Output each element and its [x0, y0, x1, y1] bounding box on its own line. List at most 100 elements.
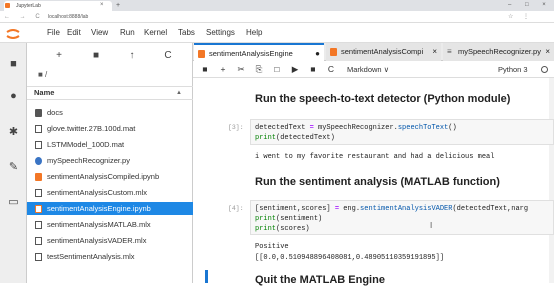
code-token: () — [448, 124, 457, 132]
menubar — [0, 23, 554, 43]
browser-tab[interactable]: JupyterLab — [4, 1, 112, 11]
menu-file[interactable]: File — [47, 23, 60, 43]
wrench-icon[interactable]: ✎ — [0, 160, 27, 173]
cell-prompt: [4]: — [228, 205, 244, 212]
folder-icon — [35, 109, 42, 117]
code-token: (detectedText) — [276, 134, 335, 142]
paste-icon[interactable]: □ — [270, 61, 284, 78]
menu-run[interactable]: Run — [120, 23, 135, 43]
sort-caret-icon[interactable]: ▲ — [176, 86, 182, 100]
file-icon — [35, 237, 42, 245]
menu-view[interactable]: View — [91, 23, 108, 43]
file-row[interactable]: LSTMModel_100D.mat — [27, 138, 193, 151]
code-token: = — [305, 124, 319, 132]
file-row[interactable]: sentimentAnalysisEngine.ipynb — [27, 202, 193, 215]
text-cursor-icon: I — [430, 221, 433, 230]
upload-button[interactable]: ↑ — [124, 50, 140, 62]
scrollbar[interactable] — [549, 78, 554, 283]
markdown-heading: Quit the MATLAB Engine — [255, 274, 385, 286]
tabs-icon[interactable]: ▭ — [0, 195, 27, 208]
close-icon[interactable]: × — [432, 43, 437, 61]
tab-sentiment-compiled[interactable]: sentimentAnalysisCompi × — [326, 43, 441, 61]
cell-type-select[interactable]: Markdown ∨ — [347, 61, 389, 78]
file-row[interactable]: sentimentAnalysisMATLAB.mlx — [27, 218, 193, 231]
restart-icon[interactable]: C — [324, 61, 338, 78]
stop-icon[interactable]: ■ — [306, 61, 320, 78]
file-name: LSTMModel_100D.mat — [47, 140, 125, 149]
menu-help[interactable]: Help — [246, 23, 262, 43]
code-token: = — [330, 205, 344, 213]
unsaved-dot-icon[interactable]: ● — [315, 45, 320, 61]
file-name: sentimentAnalysisVADER.mlx — [47, 236, 147, 245]
active-cell-indicator — [205, 270, 208, 283]
markdown-heading: Run the sentiment analysis (MATLAB funct… — [255, 176, 500, 188]
code-token: print — [255, 134, 277, 142]
code-token: eng. — [343, 205, 361, 213]
code-cell[interactable]: detectedText = mySpeechRecognizer.speech… — [250, 119, 554, 145]
tab-label: sentimentAnalysisEngine — [209, 49, 293, 58]
file-name: sentimentAnalysisEngine.ipynb — [47, 204, 151, 213]
file-name: sentimentAnalysisCompiled.ipynb — [47, 172, 160, 181]
file-row[interactable]: docs — [27, 106, 193, 119]
breadcrumb[interactable]: ■ / — [38, 69, 47, 81]
running-icon[interactable]: ● — [0, 90, 27, 102]
file-row[interactable]: sentimentAnalysisCompiled.ipynb — [27, 170, 193, 183]
menu-settings[interactable]: Settings — [206, 23, 235, 43]
jupyter-favicon-icon — [5, 3, 10, 8]
menu-edit[interactable]: Edit — [67, 23, 81, 43]
menu-tabs[interactable]: Tabs — [178, 23, 195, 43]
kernel-name[interactable]: Python 3 — [498, 61, 528, 78]
code-token: sentimentAnalysisVADER — [360, 205, 453, 213]
cut-icon[interactable]: ✂ — [234, 61, 248, 78]
text-file-icon: ≡ — [447, 47, 452, 56]
refresh-button[interactable]: C — [160, 50, 176, 62]
url-field[interactable]: localhost:8888/lab — [48, 11, 88, 23]
cell-output: i went to my favorite restaurant and had… — [255, 153, 495, 161]
code-token: print — [255, 225, 277, 233]
run-icon[interactable]: ▶ — [288, 61, 302, 78]
menu-kernel[interactable]: Kernel — [144, 23, 167, 43]
column-name-header[interactable]: Name — [34, 86, 54, 100]
save-icon[interactable]: ■ — [198, 61, 212, 78]
tab-label: sentimentAnalysisCompi — [341, 47, 424, 56]
code-token: (scores) — [276, 225, 310, 233]
cell-output: [[0.0,0.510948896408081,0.48905110359191… — [255, 254, 445, 262]
file-row[interactable]: sentimentAnalysisCustom.mlx — [27, 186, 193, 199]
close-tab-icon[interactable]: × — [100, 0, 104, 10]
tab-speech-recognizer[interactable]: ≡ mySpeechRecognizer.py × — [443, 43, 554, 61]
file-name: glove.twitter.27B.100d.mat — [47, 124, 136, 133]
folder-icon[interactable]: ■ — [0, 58, 27, 70]
file-row[interactable]: mySpeechRecognizer.py — [27, 154, 193, 167]
file-icon — [35, 221, 42, 229]
tab-sentiment-engine[interactable]: sentimentAnalysisEngine ● — [194, 43, 324, 61]
kernel-status-icon — [541, 66, 548, 73]
copy-icon[interactable]: ⎘ — [252, 61, 266, 78]
notebook-icon — [35, 205, 42, 213]
palette-icon[interactable]: ✱ — [0, 125, 27, 138]
address-bar-icons[interactable]: ☆ ⋮ — [508, 11, 533, 23]
insert-cell-icon[interactable]: + — [216, 61, 230, 78]
code-token: print — [255, 215, 277, 223]
new-tab-button[interactable]: + — [116, 0, 120, 11]
new-folder-button[interactable]: ■ — [88, 50, 104, 62]
cell-prompt: [3]: — [228, 124, 244, 131]
file-row[interactable]: glove.twitter.27B.100d.mat — [27, 122, 193, 135]
code-token: detectedText — [255, 124, 306, 132]
nav-buttons[interactable]: ← → C — [4, 11, 44, 23]
new-launcher-button[interactable]: + — [51, 50, 67, 62]
notebook-icon — [198, 50, 205, 58]
code-cell[interactable]: [sentiment,scores] = eng.sentimentAnalys… — [250, 200, 554, 235]
file-row[interactable]: testSentimentAnalysis.mlx — [27, 250, 193, 263]
file-row[interactable]: sentimentAnalysisVADER.mlx — [27, 234, 193, 247]
notebook-icon — [330, 48, 337, 56]
python-icon — [35, 157, 42, 165]
code-token: (sentiment) — [276, 215, 323, 223]
close-icon[interactable]: × — [545, 43, 550, 61]
browser-tab-title: JupyterLab — [16, 3, 41, 9]
window-controls[interactable]: – □ × — [508, 0, 554, 11]
file-name: mySpeechRecognizer.py — [47, 156, 130, 165]
code-token: (detectedText,narg — [452, 205, 529, 213]
file-name: docs — [47, 108, 63, 117]
file-icon — [35, 253, 42, 261]
file-icon — [35, 141, 42, 149]
